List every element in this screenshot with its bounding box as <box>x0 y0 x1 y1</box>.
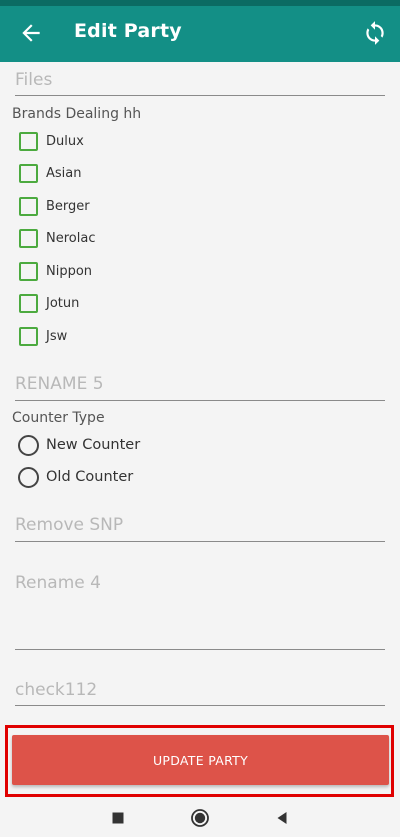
sync-icon[interactable] <box>362 20 388 46</box>
brand-checkbox-berger[interactable]: Berger <box>19 195 90 217</box>
radio-label: Old Counter <box>46 469 134 485</box>
brand-label: Jsw <box>46 328 68 344</box>
brand-label: Asian <box>46 165 82 181</box>
brand-label: Jotun <box>46 295 80 311</box>
update-party-button[interactable]: UPDATE PARTY <box>12 735 389 785</box>
remove-snp-placeholder: Remove SNP <box>15 515 124 535</box>
circle-home-icon[interactable] <box>190 808 210 828</box>
app-bar: Edit Party <box>0 6 400 62</box>
rename4-underline <box>15 649 385 650</box>
radio-icon <box>18 434 39 456</box>
checkbox-icon <box>19 293 38 313</box>
radio-label: New Counter <box>46 437 141 453</box>
brand-checkbox-jotun[interactable]: Jotun <box>19 292 79 314</box>
files-field[interactable]: Files <box>15 70 385 96</box>
brand-checkbox-asian[interactable]: Asian <box>19 162 81 184</box>
rename5-underline <box>15 400 385 401</box>
radio-icon <box>18 466 39 488</box>
checkbox-icon <box>19 261 38 281</box>
triangle-back-icon[interactable] <box>272 808 292 828</box>
files-placeholder: Files <box>15 70 53 90</box>
brand-checkbox-dulux[interactable]: Dulux <box>19 130 84 152</box>
rename4-placeholder: Rename 4 <box>15 573 101 593</box>
brand-label: Nerolac <box>46 230 96 246</box>
files-underline <box>15 95 385 96</box>
brands-label: Brands Dealing hh <box>12 106 142 122</box>
remove-snp-underline <box>15 541 385 542</box>
remove-snp-field[interactable]: Remove SNP <box>15 515 385 542</box>
brand-label: Dulux <box>46 133 84 149</box>
checkbox-icon <box>19 163 38 183</box>
checkbox-icon <box>19 228 38 248</box>
square-recents-icon[interactable] <box>108 808 128 828</box>
brand-label: Berger <box>46 198 90 214</box>
brand-label: Nippon <box>46 263 93 279</box>
brand-checkbox-nerolac[interactable]: Nerolac <box>19 227 95 249</box>
brand-checkbox-jsw[interactable]: Jsw <box>19 325 67 347</box>
check112-placeholder: check112 <box>15 680 98 700</box>
radio-old-counter[interactable]: Old Counter <box>18 466 133 488</box>
system-nav-bar <box>0 798 400 837</box>
brand-checkbox-nippon[interactable]: Nippon <box>19 260 92 282</box>
page-title: Edit Party <box>74 20 182 42</box>
checkbox-icon <box>19 131 38 151</box>
arrow-left-icon[interactable] <box>18 20 44 46</box>
checkbox-icon <box>19 326 38 346</box>
radio-new-counter[interactable]: New Counter <box>18 434 140 456</box>
rename5-placeholder: RENAME 5 <box>15 374 104 394</box>
check112-underline <box>15 705 385 706</box>
rename4-field[interactable]: Rename 4 <box>15 573 385 650</box>
checkbox-icon <box>19 196 38 216</box>
counter-type-label: Counter Type <box>12 410 105 426</box>
rename5-field[interactable]: RENAME 5 <box>15 374 385 401</box>
check112-field[interactable]: check112 <box>15 680 385 706</box>
